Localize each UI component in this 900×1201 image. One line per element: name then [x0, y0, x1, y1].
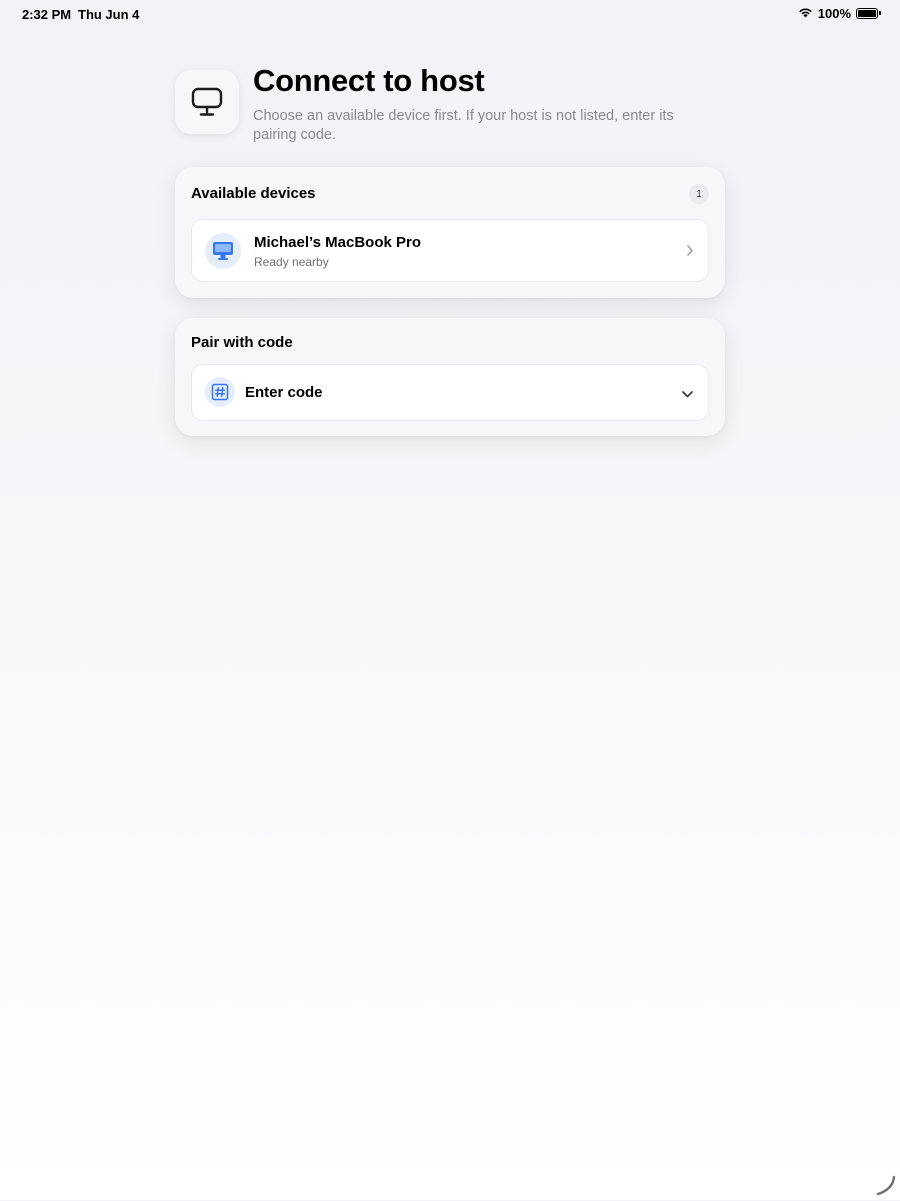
pair-with-code-card: Pair with code Enter code [175, 318, 725, 436]
monitor-icon [175, 70, 239, 134]
wifi-icon [798, 6, 813, 21]
pair-with-code-title: Pair with code [191, 334, 293, 351]
device-status: Ready nearby [254, 255, 329, 269]
hash-icon [205, 377, 235, 407]
page-subtitle: Choose an available device first. If you… [253, 108, 674, 143]
battery-fill [858, 10, 876, 17]
enter-code-field[interactable]: Enter code [191, 364, 709, 421]
status-bar: 2:32 PM Thu Jun 4 100% [0, 0, 900, 28]
battery-icon [856, 8, 881, 19]
chevron-down-icon[interactable] [681, 386, 694, 404]
device-name: Michael’s MacBook Pro [254, 234, 421, 251]
resize-handle[interactable] [874, 1174, 896, 1196]
battery-percentage: 100% [817, 6, 851, 21]
enter-code-label: Enter code [245, 384, 323, 401]
device-count-badge: 1 [689, 184, 709, 204]
status-time: 2:32 PM [22, 7, 72, 22]
device-row-macbook-pro[interactable]: Michael’s MacBook Pro Ready nearby [191, 219, 709, 282]
chevron-right-icon [686, 244, 694, 262]
page-title: Connect to host [253, 63, 485, 98]
available-devices-title: Available devices [191, 185, 316, 202]
status-date: Thu Jun 4 [78, 7, 140, 22]
desktop-computer-icon [205, 233, 241, 269]
status-indicators: 100% [798, 6, 881, 21]
available-devices-card: Available devices 1 Michael’s MacBook Pr… [175, 167, 725, 298]
